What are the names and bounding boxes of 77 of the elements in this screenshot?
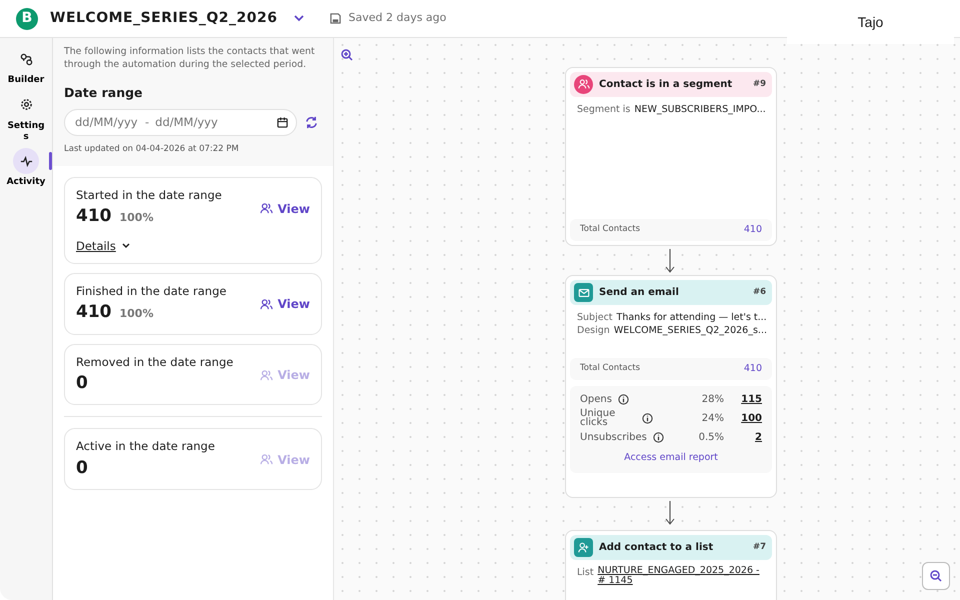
- settings-icon: [20, 98, 32, 112]
- info-icon[interactable]: [642, 412, 653, 424]
- people-icon: [260, 298, 273, 310]
- people-icon: [260, 454, 273, 466]
- date-range-label: Date range: [64, 84, 144, 102]
- workflow-node[interactable]: Contact is in a segment #9 Segment is NEW_SUBSCRIBERS_IMPO... Total Contacts 410: [565, 67, 777, 246]
- app-logo: B: [16, 8, 38, 30]
- total-value: 410: [744, 222, 762, 237]
- zoom-out-icon: [930, 570, 942, 582]
- stat-label: Active in the date range: [76, 438, 215, 456]
- automation-title: WELCOME_SERIES_Q2_2026: [50, 9, 278, 28]
- info-icon[interactable]: [652, 432, 664, 443]
- node-number: #7: [752, 541, 766, 554]
- view-button[interactable]: View: [260, 295, 310, 314]
- stat-label: Finished in the date range: [76, 282, 226, 300]
- stat-label: Started in the date range: [76, 186, 222, 204]
- metric-label: Opens: [580, 394, 612, 404]
- stat-count: 0: [76, 372, 88, 395]
- people-icon: [260, 370, 273, 380]
- field-value: Thanks for attending — let's t...: [616, 311, 767, 324]
- report-link[interactable]: Access email report: [580, 450, 762, 466]
- rail-tab[interactable]: Builder: [0, 46, 52, 86]
- node-title: Contact is in a segment: [599, 78, 734, 92]
- rail-tab[interactable]: Settings: [0, 92, 52, 142]
- metric-count[interactable]: 2: [755, 430, 762, 445]
- metric-percent: 0.5%: [698, 430, 724, 445]
- end-date-input[interactable]: dd/MM/yyy: [155, 114, 220, 132]
- metric-percent: 24%: [700, 412, 724, 426]
- people-icon: [260, 203, 273, 214]
- field-label: List: [577, 566, 594, 580]
- total-label: Total Contacts: [580, 222, 640, 236]
- metric-percent: 28%: [700, 392, 724, 407]
- metric-label: Unsubscribes: [580, 432, 647, 442]
- list-link[interactable]: NURTURE_ENGAGED_2025_2026 - # 1145: [598, 566, 763, 587]
- node-number: #6: [752, 286, 766, 299]
- chevron-down-icon: [122, 243, 130, 250]
- workflow-node[interactable]: Add contact to a list #7 List NURTURE_ENGAGED_2025_2026 - # 1145: [565, 530, 777, 600]
- view-button[interactable]: View: [260, 200, 310, 218]
- zoom-in-icon[interactable]: [341, 49, 353, 61]
- field-value: WELCOME_SERIES_Q2_2026_s...: [614, 324, 767, 338]
- date-separator: -: [145, 114, 150, 131]
- stat-count: 410: [76, 301, 112, 324]
- stat-count: 410: [76, 205, 112, 228]
- save-status: Saved 2 days ago: [348, 10, 446, 26]
- chevron-down-icon[interactable]: [294, 15, 304, 22]
- total-value: 410: [744, 362, 762, 376]
- calendar-icon[interactable]: [277, 117, 288, 128]
- node-number: #9: [752, 78, 766, 91]
- metric-count[interactable]: 100: [741, 410, 762, 426]
- intro-text: The following information lists the contacts that went through the automation during the selected period.: [64, 46, 316, 72]
- stat-percent: 100%: [120, 306, 154, 322]
- refresh-icon[interactable]: [305, 116, 318, 130]
- info-icon[interactable]: [618, 394, 629, 405]
- details-toggle[interactable]: Details: [76, 238, 130, 255]
- activity-icon: [20, 154, 32, 168]
- last-updated-text: Last updated on 04-04-2026 at 07:22 PM: [64, 143, 240, 156]
- field-label: Subject: [577, 311, 613, 324]
- zoom-out-button[interactable]: [922, 562, 950, 590]
- metric-label: Unique clicks: [580, 408, 616, 428]
- start-date-input[interactable]: dd/MM/yyy: [75, 114, 139, 132]
- save-icon: [330, 13, 340, 24]
- connector-arrow: [665, 249, 675, 273]
- stat-count: 0: [76, 456, 88, 480]
- field-label: Design: [577, 324, 610, 338]
- stat-label: Removed in the date range: [76, 354, 234, 371]
- field-label: Segment is: [577, 103, 630, 116]
- field-value: NEW_SUBSCRIBERS_IMPO...: [634, 103, 766, 116]
- workflow-icon: [20, 52, 32, 66]
- date-range-field[interactable]: dd/MM/yyy - dd/MM/yyy: [64, 109, 297, 136]
- node-title: Send an email: [599, 286, 680, 300]
- rail-tab[interactable]: Activity: [0, 148, 52, 188]
- node-title: Add contact to a list: [599, 541, 714, 555]
- metric-count[interactable]: 115: [741, 392, 762, 407]
- total-label: Total Contacts: [580, 362, 640, 375]
- workflow-node[interactable]: Send an email #6 Subject Thanks for attending — let's t... Design WELCOME_SERIES_Q2_2026_s... Total Contacts 410 Opens 28% 115 Unique clicks 24% 100 Unsubscribes 0.5% 2 Access email report: [565, 275, 777, 498]
- stat-percent: 100%: [120, 210, 154, 226]
- connector-arrow: [665, 501, 675, 525]
